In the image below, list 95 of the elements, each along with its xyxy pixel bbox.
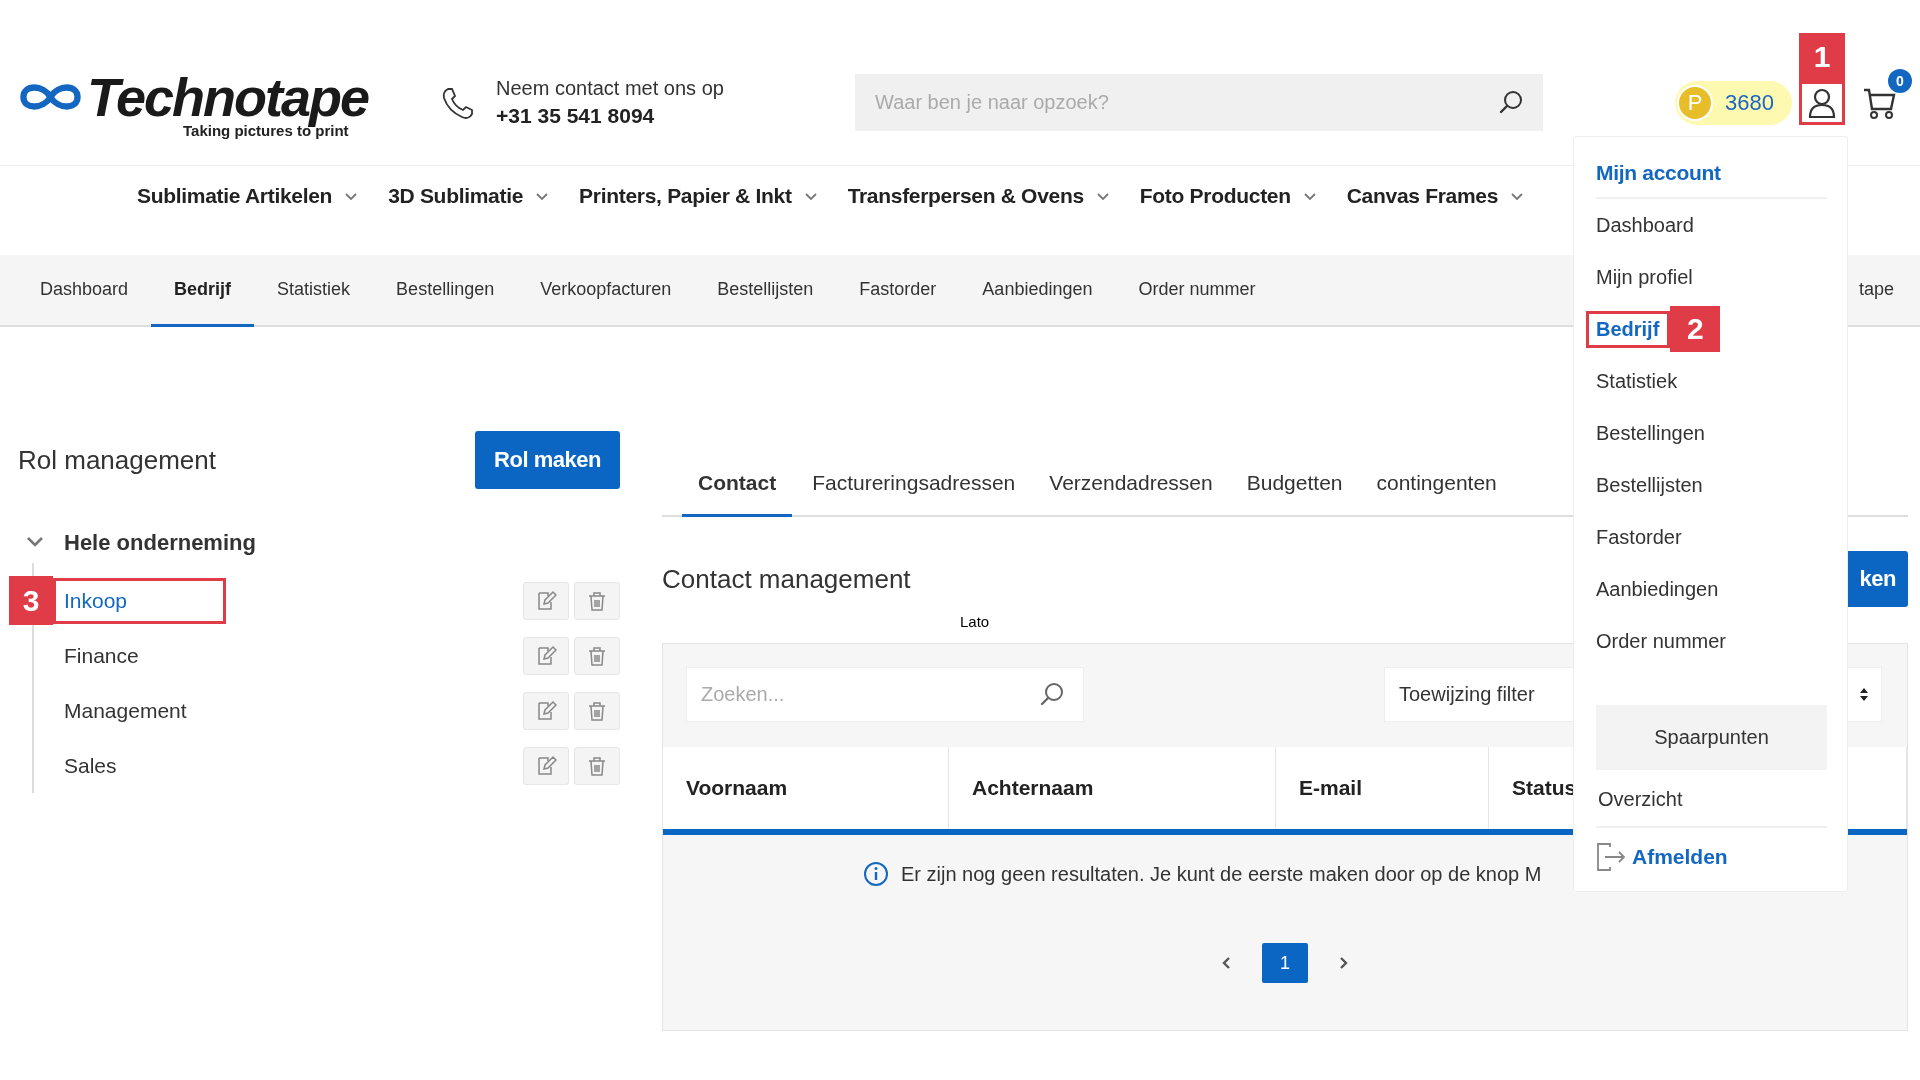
sub-nav-tab[interactable]: Order nummer — [1115, 255, 1279, 327]
delete-button[interactable] — [574, 746, 620, 785]
callout-badge: 3 — [9, 576, 53, 625]
trash-icon — [586, 699, 608, 722]
nav-menu-item[interactable]: Sublimatie Artikelen — [137, 184, 359, 208]
chevron-down-icon — [803, 191, 818, 201]
menu-item[interactable]: Overzicht — [1596, 770, 1827, 828]
empty-message: Er zijn nog geen resultaten. Je kunt de eerste maken door op de knop M — [901, 862, 1542, 886]
tree-item[interactable]: Finance — [53, 632, 226, 679]
tree-item[interactable]: Management — [53, 687, 226, 734]
callout-badge: 1 — [1799, 32, 1845, 81]
trash-icon — [586, 589, 608, 612]
sub-nav-tab[interactable]: Fastorder — [836, 255, 960, 327]
chevron-down-icon — [1510, 191, 1525, 201]
next-page-button[interactable] — [1338, 956, 1349, 970]
chevron-down-icon — [344, 191, 359, 201]
cart-count-badge: 0 — [1888, 68, 1912, 93]
trash-icon — [586, 644, 608, 667]
edit-button[interactable] — [523, 746, 569, 785]
sub-nav-tab[interactable]: Statistiek — [254, 255, 374, 327]
delete-button[interactable] — [574, 691, 620, 730]
search-field[interactable]: Waar ben je naar opzoek? — [855, 74, 1543, 131]
menu-item[interactable]: Bestellingen — [1596, 421, 1705, 445]
sort-arrows-icon — [1859, 687, 1869, 702]
section-title: Rol management — [18, 444, 216, 476]
edit-button[interactable] — [523, 636, 569, 675]
search-icon — [1040, 681, 1066, 708]
sub-nav-tab[interactable]: Bestellijsten — [694, 255, 837, 327]
user-icon — [1807, 86, 1837, 119]
nav-menu-item[interactable]: Transferpersen & Ovens — [847, 184, 1110, 208]
font-label: Lato — [960, 613, 990, 632]
menu-item[interactable]: Fastorder — [1596, 525, 1682, 549]
tab[interactable]: Factureringsadressen — [798, 451, 1030, 517]
nav-menu-item[interactable]: Canvas Frames — [1346, 184, 1525, 208]
sub-nav-tab[interactable]: Dashboard — [17, 255, 152, 327]
chevron-left-icon — [1221, 956, 1232, 970]
page-button[interactable]: 1 — [1262, 943, 1308, 983]
tab[interactable]: Budgetten — [1232, 451, 1357, 517]
nav-menu-item[interactable]: Foto Producten — [1139, 184, 1317, 208]
chevron-down-icon — [1302, 191, 1317, 201]
tree-item[interactable]: Hele onderneming — [64, 530, 256, 556]
nav-menu-item[interactable]: Printers, Papier & Inkt — [579, 184, 818, 208]
delete-button[interactable] — [574, 581, 620, 620]
search-field[interactable]: Zoeken... — [686, 667, 1084, 722]
column-header[interactable]: Voornaam — [663, 747, 949, 829]
points-pill[interactable]: P 3680 — [1675, 80, 1792, 125]
tab[interactable]: Contact — [682, 451, 793, 517]
phone-number[interactable]: +31 35 541 8094 — [496, 104, 724, 128]
sub-nav-tab[interactable]: Verkoopfacturen — [517, 255, 695, 327]
edit-button[interactable] — [523, 581, 569, 620]
callout-badge: 2 — [1670, 306, 1721, 352]
search-icon — [1499, 89, 1525, 116]
edit-icon — [535, 589, 557, 612]
sub-nav-tab[interactable]: Bestellingen — [373, 255, 518, 327]
sub-nav-tab[interactable]: Aanbiedingen — [959, 255, 1116, 327]
edit-icon — [535, 754, 557, 777]
phone-icon — [440, 85, 474, 120]
nav-menu-item[interactable]: 3D Sublimatie — [388, 184, 550, 208]
account-button[interactable] — [1799, 80, 1845, 125]
menu-item[interactable]: Bedrijf — [1586, 310, 1671, 348]
trash-icon — [586, 754, 608, 777]
section-title: Contact management — [662, 563, 911, 595]
tree-item[interactable]: Sales — [53, 742, 226, 789]
menu-item[interactable]: Bestellijsten — [1596, 473, 1703, 497]
sub-nav-tab[interactable]: Bedrijf — [151, 255, 255, 327]
column-header[interactable]: E-mail — [1276, 747, 1489, 829]
previous-page-button[interactable] — [1221, 956, 1232, 970]
cart-icon — [1863, 86, 1896, 119]
chevron-right-icon — [1338, 956, 1349, 970]
logout-link[interactable]: Afmelden — [1596, 842, 1827, 872]
menu-item[interactable]: Statistiek — [1596, 369, 1678, 393]
chevron-down-icon — [535, 191, 550, 201]
edit-button[interactable] — [523, 691, 569, 730]
menu-section-header: Spaarpunten — [1596, 705, 1827, 770]
edit-icon — [535, 644, 557, 667]
tab[interactable]: contingenten — [1362, 451, 1511, 517]
logout-icon — [1596, 842, 1626, 872]
menu-item[interactable]: Dashboard — [1596, 213, 1694, 237]
create-role-button[interactable]: Rol maken — [475, 431, 620, 489]
points-value: 3680 — [1725, 89, 1774, 116]
coin-badge: P — [1677, 84, 1713, 121]
chevron-down-icon — [1095, 191, 1110, 201]
contact-text: Neem contact met ons op — [496, 77, 724, 100]
info-icon — [863, 861, 889, 887]
column-header[interactable]: Achternaam — [949, 747, 1276, 829]
menu-heading: Mijn account — [1596, 137, 1827, 199]
menu-item[interactable]: Aanbiedingen — [1596, 577, 1719, 601]
menu-item[interactable]: Order nummer — [1596, 629, 1727, 653]
create-contact-button[interactable]: ken — [1846, 551, 1908, 607]
tab[interactable]: Verzendadressen — [1035, 451, 1227, 517]
tree-item[interactable]: Inkoop — [53, 577, 226, 624]
edit-icon — [535, 699, 557, 722]
filter-value: Toewijzing filter — [1399, 683, 1535, 706]
menu-item[interactable]: Mijn profiel — [1596, 265, 1693, 289]
delete-button[interactable] — [574, 636, 620, 675]
